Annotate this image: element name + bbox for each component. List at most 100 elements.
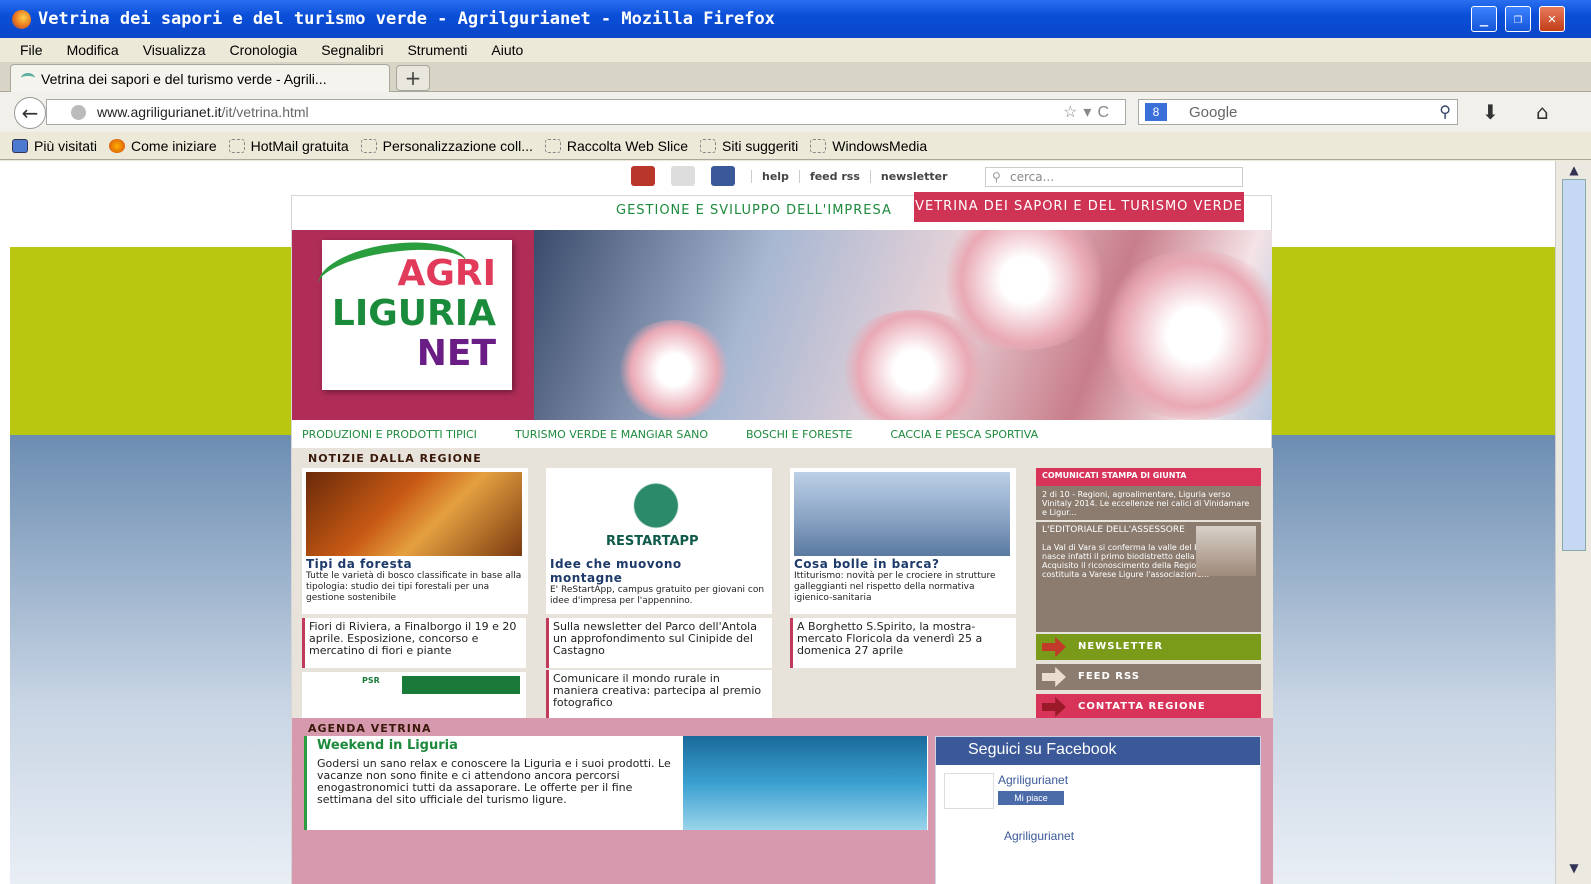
agenda-item-weekend[interactable]: Weekend in Liguria Godersi un sano relax… — [304, 736, 928, 830]
scroll-down-arrow[interactable]: ▼ — [1562, 861, 1586, 877]
bookmark-label: Siti suggeriti — [722, 137, 799, 154]
menu-visualizza[interactable]: Visualizza — [143, 42, 206, 58]
news-heading: NOTIZIE DALLA REGIONE — [292, 448, 510, 468]
menu-strumenti[interactable]: Strumenti — [407, 42, 467, 58]
card-title[interactable]: Tipi da foresta — [306, 557, 412, 571]
url-actions[interactable]: ☆▾C — [1063, 102, 1115, 122]
bookmarks-bar: Più visitati Come iniziare HotMail gratu… — [0, 132, 1591, 160]
tab-vetrina[interactable]: Vetrina dei sapori e del turismo verde -… — [10, 64, 390, 92]
search-input[interactable]: 8 Google ⚲ — [1138, 99, 1458, 125]
psr-banner[interactable]: PSR — [302, 672, 526, 722]
menu-segnalibri[interactable]: Segnalibri — [321, 42, 383, 58]
feed-rss-link[interactable]: feed rss — [798, 169, 870, 183]
bookmark-windowsmedia[interactable]: WindowsMedia — [810, 138, 927, 154]
news-card-restartapp[interactable]: RESTARTAPP Idee che muovono montagne E' … — [546, 468, 772, 614]
close-button[interactable]: ✕ — [1539, 6, 1565, 32]
url-bar[interactable]: www.agriligurianet.it/it/vetrina.html ☆▾… — [46, 99, 1126, 125]
web-content: help feed rss newsletter ⚲ cerca... GESTI… — [0, 161, 1555, 884]
news-item-borghetto[interactable]: A Borghetto S.Spirito, la mostra-mercato… — [790, 618, 1016, 668]
news-card-foresta[interactable]: Tipi da foresta Tutte le varietà di bosc… — [302, 468, 528, 614]
bookmark-personalizzazione[interactable]: Personalizzazione coll... — [360, 138, 533, 154]
firefox-icon — [12, 10, 31, 29]
globe-icon — [71, 105, 86, 120]
nav-vetrina[interactable]: VETRINA DEI SAPORI E DEL TURISMO VERDE — [914, 192, 1244, 222]
fb-page-name-2[interactable]: Agriligurianet — [1004, 829, 1074, 843]
vertical-scrollbar[interactable]: ▲ ▼ — [1555, 161, 1591, 884]
bookmark-label: HotMail gratuita — [250, 137, 349, 154]
scroll-thumb[interactable] — [1562, 179, 1586, 551]
cat-boschi[interactable]: BOSCHI E FORESTE — [746, 428, 852, 441]
arrow-icon — [1042, 697, 1066, 717]
comunicati-box[interactable]: COMUNICATI STAMPA DI GIUNTA 2 di 10 - Re… — [1036, 468, 1261, 520]
news-card-barca[interactable]: Cosa bolle in barca? Ittiturismo: novità… — [790, 468, 1016, 614]
news-item-antola[interactable]: Sulla newsletter del Parco dell'Antola u… — [546, 618, 772, 668]
card-title[interactable]: Cosa bolle in barca? — [794, 557, 939, 571]
bookmark-icon — [12, 138, 28, 153]
card-text: E' ReStartApp, campus gratuito per giova… — [550, 585, 765, 606]
nav-gestione[interactable]: GESTIONE E SVILUPPO DELL'IMPRESA — [616, 203, 892, 218]
site-page: help feed rss newsletter ⚲ cerca... GESTI… — [291, 161, 1273, 884]
tab-label: Vetrina dei sapori e del turismo verde -… — [41, 70, 327, 87]
facebook-widget: Seguici su Facebook Agriligurianet Mi pi… — [935, 736, 1261, 884]
back-button[interactable]: ← — [14, 97, 46, 129]
menu-aiuto[interactable]: Aiuto — [491, 42, 523, 58]
editoriale-heading: L'EDITORIALE DELL'ASSESSORE — [1036, 522, 1196, 539]
bookmark-web-slice[interactable]: Raccolta Web Slice — [544, 138, 688, 154]
menu-cronologia[interactable]: Cronologia — [229, 42, 297, 58]
agenda-text: Godersi un sano relax e conoscere la Lig… — [317, 757, 671, 806]
new-tab-button[interactable]: + — [396, 65, 430, 91]
loading-icon — [21, 73, 35, 83]
site-search-input[interactable]: ⚲ cerca... — [985, 167, 1243, 187]
search-icon[interactable]: ⚲ — [1439, 102, 1451, 122]
cat-turismo[interactable]: TURISMO VERDE E MANGIAR SANO — [515, 428, 708, 441]
bookmark-label: WindowsMedia — [832, 137, 928, 154]
agriligurianet-logo[interactable]: AGRI LIGURIA NET — [314, 233, 512, 390]
news-item-fotografico[interactable]: Comunicare il mondo rurale in maniera cr… — [546, 670, 772, 724]
button-label: FEED RSS — [1078, 671, 1140, 682]
agenda-section: AGENDA VETRINA Weekend in Liguria Goders… — [292, 718, 1273, 884]
editoriale-box[interactable]: L'EDITORIALE DELL'ASSESSORE La Val di Va… — [1036, 522, 1261, 632]
arrow-icon — [1042, 667, 1066, 687]
newsletter-link[interactable]: newsletter — [869, 169, 958, 183]
page-icon — [810, 138, 827, 153]
maximize-button[interactable]: ❐ — [1505, 6, 1531, 32]
news-item-fiori[interactable]: Fiori di Riviera, a Finalborgo il 19 e 2… — [302, 618, 526, 668]
window-titlebar: Vetrina dei sapori e del turismo verde -… — [0, 0, 1591, 38]
youtube-icon[interactable] — [631, 166, 655, 186]
bookmark-piu-visitati[interactable]: Più visitati — [12, 138, 97, 154]
menu-modifica[interactable]: Modifica — [67, 42, 119, 58]
facebook-icon[interactable] — [711, 166, 735, 186]
forest-image — [306, 472, 522, 556]
google-icon[interactable]: 8 — [1145, 103, 1167, 121]
newsletter-button[interactable]: NEWSLETTER — [1036, 634, 1261, 660]
card-title[interactable]: Idee che muovono montagne — [550, 557, 750, 585]
agenda-heading: AGENDA VETRINA — [292, 718, 510, 738]
feed-rss-button[interactable]: FEED RSS — [1036, 664, 1261, 690]
url-path: /it/vetrina.html — [221, 104, 309, 120]
flickr-icon[interactable] — [671, 166, 695, 186]
minimize-button[interactable]: _ — [1471, 6, 1497, 32]
psr-label: PSR — [362, 676, 380, 685]
bookmark-come-iniziare[interactable]: Come iniziare — [109, 138, 217, 154]
cat-produzioni[interactable]: PRODUZIONI E PRODOTTI TIPICI — [302, 428, 477, 441]
help-link[interactable]: help — [751, 169, 799, 183]
site-search-placeholder: cerca... — [1010, 170, 1055, 184]
home-icon[interactable]: ⌂ — [1536, 100, 1549, 124]
boat-image — [794, 472, 1010, 556]
fb-like-button[interactable]: Mi piace — [998, 791, 1064, 805]
agenda-title[interactable]: Weekend in Liguria — [317, 738, 458, 753]
fb-page-name[interactable]: Agriligurianet — [998, 773, 1068, 787]
menu-file[interactable]: File — [20, 42, 43, 58]
bookmark-hotmail[interactable]: HotMail gratuita — [228, 137, 349, 154]
page-icon — [228, 138, 245, 153]
restartapp-wordmark: RESTARTAPP — [606, 534, 699, 549]
arrow-icon — [1042, 637, 1066, 657]
download-icon[interactable]: ⬇ — [1482, 100, 1499, 124]
search-placeholder: Google — [1189, 103, 1238, 121]
contatta-regione-button[interactable]: CONTATTA REGIONE — [1036, 694, 1261, 720]
cat-caccia[interactable]: CACCIA E PESCA SPORTIVA — [890, 428, 1038, 441]
scroll-up-arrow[interactable]: ▲ — [1562, 163, 1586, 179]
card-text: Ittiturismo: novità per le crociere in s… — [794, 571, 996, 603]
menu-bar: File Modifica Visualizza Cronologia Segn… — [0, 38, 1591, 62]
bookmark-siti-suggeriti[interactable]: Siti suggeriti — [700, 138, 798, 154]
